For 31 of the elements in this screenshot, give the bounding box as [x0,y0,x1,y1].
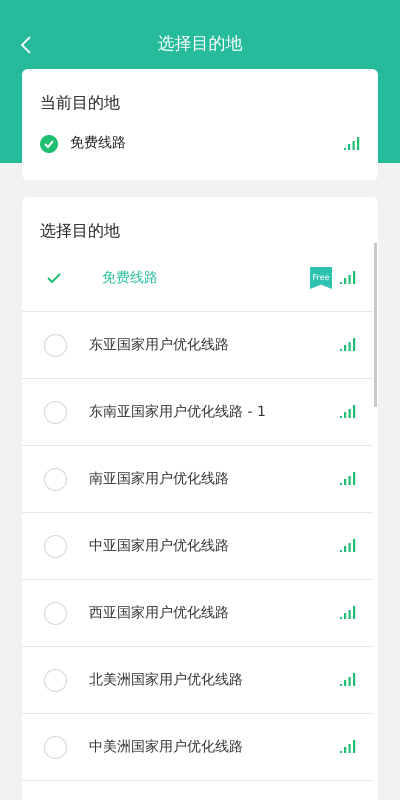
route-option[interactable]: 北美洲国家用户优化线路 [22,647,373,714]
signal-icon [340,472,356,486]
section-title: 选择目的地 [39,220,121,242]
route-option[interactable]: 中美洲国家用户优化线路 [22,714,373,781]
check-icon [47,273,61,283]
route-option[interactable]: 西亚国家用户优化线路 [22,580,373,647]
page-title: 选择目的地 [156,33,244,56]
signal-icon [340,606,356,620]
route-label: 南亚国家用户优化线路 [89,470,229,488]
route-option[interactable]: 东南亚国家用户优化线路 - 1 [22,379,373,446]
route-option[interactable]: 东亚国家用户优化线路 [22,312,373,379]
route-label: 东南亚国家用户优化线路 - 1 [89,402,266,422]
route-label: 中美洲国家用户优化线路 [89,738,243,756]
signal-icon [340,405,356,419]
route-label: 北美洲国家用户优化线路 [89,670,243,690]
route-option[interactable]: 中亚国家用户优化线路 [22,513,373,580]
route-option[interactable]: 南亚国家用户优化线路 [22,446,373,513]
free-badge: Free [310,267,332,289]
signal-icon [340,271,356,285]
signal-icon [344,136,360,150]
route-label: 中亚国家用户优化线路 [89,536,229,556]
signal-icon [340,740,356,754]
route-label: 西亚国家用户优化线路 [89,604,229,622]
route-label: 免费线路 [102,268,158,288]
signal-icon [340,673,356,687]
current-route: 免费线路 [70,134,126,153]
route-label: 东亚国家用户优化线路 [89,336,229,354]
check-circle-icon [40,134,58,152]
signal-icon [340,539,356,553]
section-title: 当前目的地 [40,92,121,114]
signal-icon [340,338,356,352]
